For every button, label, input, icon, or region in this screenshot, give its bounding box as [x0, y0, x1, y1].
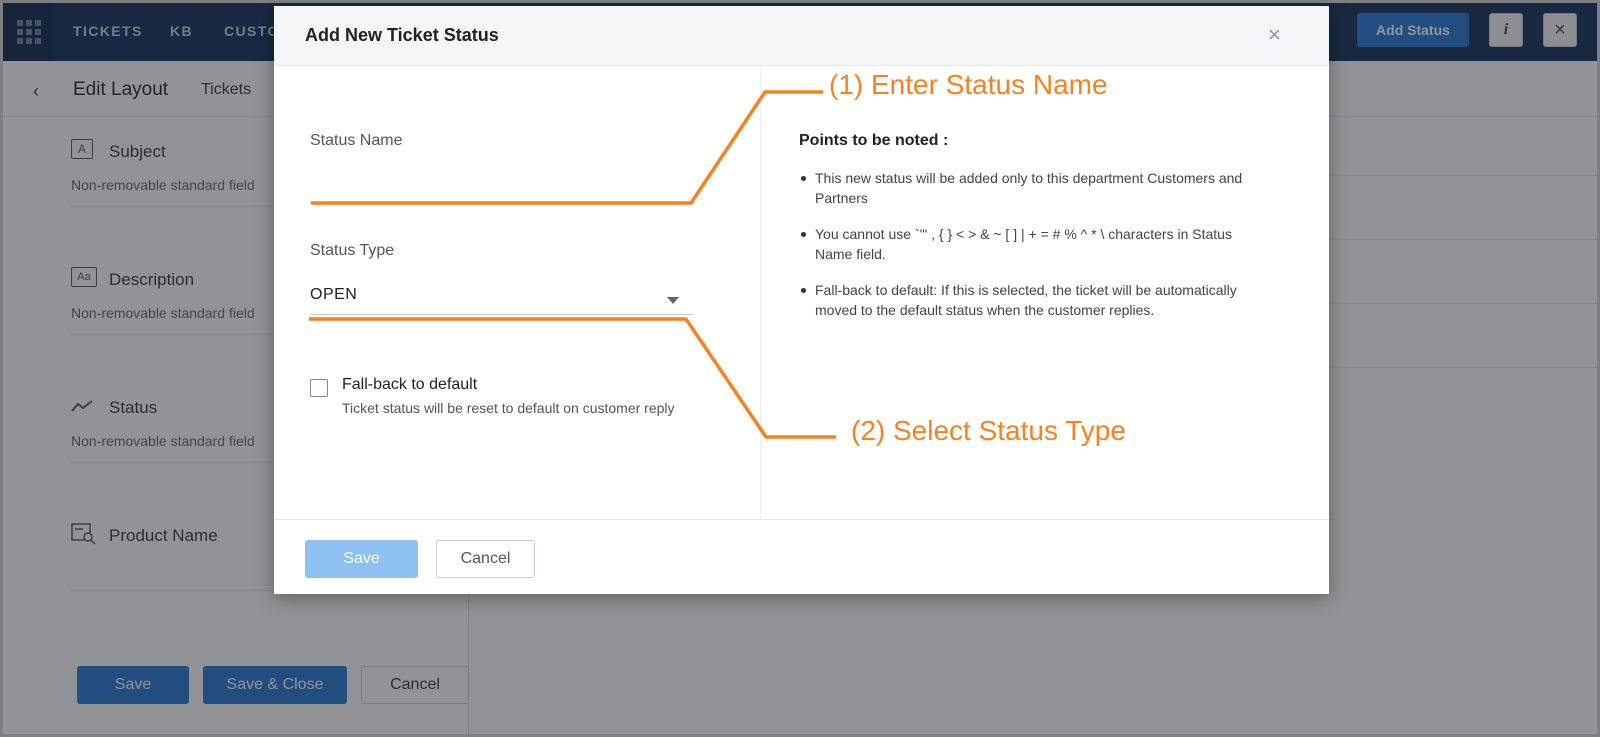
- dialog-column-divider: [760, 66, 761, 519]
- status-name-input[interactable]: [310, 166, 694, 200]
- status-name-label: Status Name: [310, 132, 403, 149]
- status-type-label: Status Type: [310, 242, 395, 259]
- status-name-underline: [310, 202, 694, 203]
- screen: TICKETS KB CUSTO Add Status i × ‹ Edit L…: [0, 0, 1600, 737]
- cancel-button[interactable]: Cancel: [436, 540, 535, 578]
- fallback-description: Ticket status will be reset to default o…: [342, 400, 675, 416]
- fallback-checkbox[interactable]: [310, 379, 328, 397]
- note-item: Fall-back to default: If this is selecte…: [799, 280, 1269, 320]
- notes-title: Points to be noted :: [799, 132, 949, 149]
- chevron-down-icon[interactable]: [667, 297, 679, 304]
- notes-list: This new status will be added only to th…: [799, 168, 1269, 336]
- dialog-title: Add New Ticket Status: [305, 25, 499, 45]
- dialog-header: Add New Ticket Status ×: [274, 6, 1329, 66]
- annotation-step-1: (1) Enter Status Name: [829, 69, 1108, 100]
- close-icon[interactable]: ×: [1268, 24, 1281, 46]
- add-ticket-status-dialog: Add New Ticket Status × Status Name Stat…: [274, 6, 1329, 594]
- save-button[interactable]: Save: [305, 540, 418, 578]
- note-item: You cannot use `'" , { } < > & ~ [ ] | +…: [799, 224, 1269, 264]
- status-type-value: OPEN: [310, 286, 358, 303]
- fallback-label[interactable]: Fall-back to default: [342, 376, 477, 394]
- dialog-footer: Save Cancel: [274, 519, 1329, 594]
- annotation-step-2: (2) Select Status Type: [851, 415, 1126, 446]
- note-item: This new status will be added only to th…: [799, 168, 1269, 208]
- status-type-underline: [310, 314, 694, 315]
